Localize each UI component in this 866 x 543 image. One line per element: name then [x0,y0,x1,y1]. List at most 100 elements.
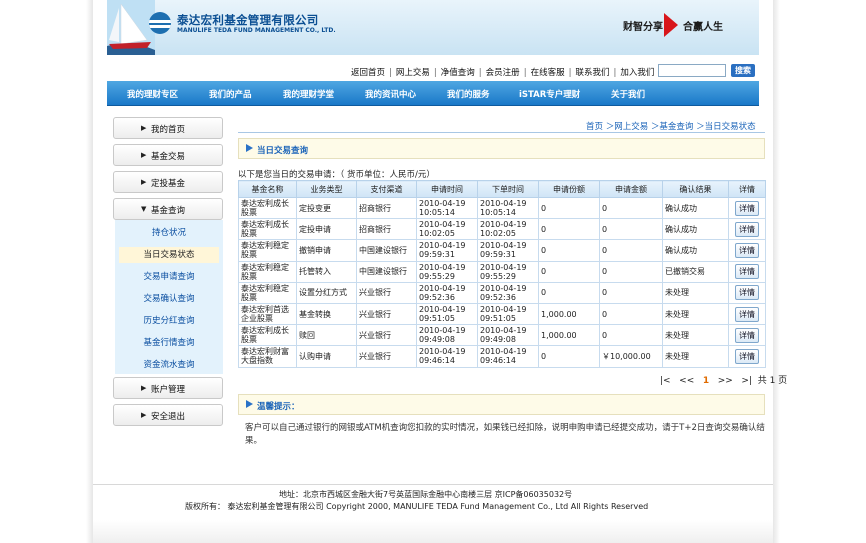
nav-finance-school[interactable]: 我的理财学堂 [283,88,334,100]
tip-header: 温馨提示： [238,394,765,415]
company-logo-icon [149,12,171,34]
pager-first[interactable]: |< [660,376,671,386]
cell-order-time: 2010-04-19 09:55:29 [477,260,539,283]
sub-market-query[interactable]: 基金行情查询 [115,335,223,351]
sidebar-item-account[interactable]: ▶ 账户管理 [113,377,223,399]
cell-confirm-result: 未处理 [662,324,729,347]
detail-button[interactable]: 详情 [735,221,759,237]
sailboat-icon [107,0,155,55]
arrow-bullet-icon [246,400,254,408]
col-pay-channel: 支付渠道 [356,180,417,198]
col-fund-name: 基金名称 [238,180,297,198]
detail-button[interactable]: 详情 [735,327,759,343]
footer-copyright: 版权所有： 泰达宏利基金管理有限公司 Copyright 2000, MANUL… [185,502,649,511]
cell-order-time: 2010-04-19 09:59:31 [477,239,539,262]
table-row: 泰达宏利成长股票 赎回 兴业银行 2010-04-19 09:49:08 2010-04… [238,324,766,347]
toplink-online-trade[interactable]: 网上交易 [396,68,430,78]
cell-pay-channel: 兴业银行 [356,345,417,368]
col-biz-type: 业务类型 [296,180,357,198]
arrow-right-icon: ▶ [141,411,147,419]
top-links: 返回首页 | 网上交易 | 净值查询 | 会员注册 | 在线客服 | 联系我们 | 加入我们 [351,68,655,78]
pager-total: 共 1 页 [757,376,788,386]
toplink-join[interactable]: 加入我们 [620,68,654,78]
arrow-right-icon: ▶ [141,384,147,392]
toplink-online-service[interactable]: 在线客服 [531,68,565,78]
sidebar-item-fixed-invest[interactable]: ▶ 定投基金 [113,171,223,193]
toplink-home[interactable]: 返回首页 [351,68,385,78]
cell-order-time: 2010-04-19 10:02:05 [477,218,539,241]
col-confirm-result: 确认结果 [662,180,729,198]
sub-dividend-query[interactable]: 历史分红查询 [115,313,223,329]
detail-button[interactable]: 详情 [735,264,759,280]
sub-apply-query[interactable]: 交易申请查询 [115,269,223,285]
table-header-row: 基金名称 业务类型 支付渠道 申请时间 下单时间 申请份额 申请金额 确认结果 … [238,180,766,198]
nav-services[interactable]: 我们的服务 [447,88,490,100]
sub-cashflow-query[interactable]: 资金流水查询 [115,357,223,373]
detail-button[interactable]: 详情 [735,306,759,322]
pager-last[interactable]: >| [741,376,752,386]
toplink-nav-query[interactable]: 净值查询 [441,68,475,78]
cell-confirm-result: 未处理 [662,302,729,326]
page: 泰达宏利基金管理有限公司 MANULIFE TEDA FUND MANAGEME… [93,0,787,543]
arrow-right-icon: ▶ [141,151,147,159]
cell-apply-shares: 0 [538,281,600,304]
slogan-left: 财智分享 [623,22,663,33]
cell-detail: 详情 [728,324,766,347]
cell-order-time: 2010-04-19 09:52:36 [477,281,539,304]
cell-biz-type: 定投申请 [296,218,357,241]
nav-istar[interactable]: iSTAR专户理财 [519,88,580,100]
sidebar-item-fund-trade[interactable]: ▶ 基金交易 [113,144,223,166]
nav-about[interactable]: 关于我们 [611,88,645,100]
cell-biz-type: 设置分红方式 [296,281,357,304]
sidebar-item-home[interactable]: ▶ 我的首页 [113,117,223,139]
nav-products[interactable]: 我们的产品 [209,88,252,100]
toplink-register[interactable]: 会员注册 [486,68,520,78]
sub-holdings[interactable]: 持仓状况 [115,225,223,241]
cell-pay-channel: 兴业银行 [356,281,417,304]
tip-text: 客户可以自己通过银行的网银或ATM机查询您扣款的实时情况，如果钱已经扣除，说明申… [245,423,765,446]
detail-button[interactable]: 详情 [735,200,759,216]
detail-button[interactable]: 详情 [735,285,759,301]
nav-my-finance[interactable]: 我的理财专区 [127,88,178,100]
sidebar-item-fund-query[interactable]: ▼ 基金查询 [113,198,223,220]
cell-order-time: 2010-04-19 09:46:14 [477,345,539,368]
cell-fund-name: 泰达宏利稳定股票 [238,281,297,304]
table-row: 泰达宏利稳定股票 撤销申请 中国建设银行 2010-04-19 09:59:31 201… [238,239,766,262]
arrow-bullet-icon [246,144,254,152]
breadcrumb[interactable]: 首页 ＞网上交易 ＞基金查询 ＞当日交易状态 [586,120,756,132]
cell-confirm-result: 确认成功 [662,196,729,220]
footer-divider [93,484,773,485]
col-apply-time: 申请时间 [416,180,478,198]
cell-apply-shares: 0 [538,260,600,283]
cell-apply-time: 2010-04-19 09:59:31 [416,239,478,262]
cell-pay-channel: 中国建设银行 [356,239,417,262]
search-input[interactable] [658,64,726,77]
cell-detail: 详情 [728,302,766,326]
section-title: 当日交易查询 [257,146,309,156]
cell-biz-type: 托管转入 [296,260,357,283]
table-row: 泰达宏利首选企业股票 基金转换 兴业银行 2010-04-19 09:51:05 201… [238,302,766,326]
detail-button[interactable]: 详情 [735,348,759,364]
toplink-contact[interactable]: 联系我们 [575,68,609,78]
cell-fund-name: 泰达宏利稳定股票 [238,260,297,283]
cell-biz-type: 赎回 [296,324,357,347]
cell-order-time: 2010-04-19 10:05:14 [477,196,539,220]
sub-today-status[interactable]: 当日交易状态 [119,247,219,263]
tip-title: 温馨提示： [257,402,300,412]
sidebar-item-logout[interactable]: ▶ 安全退出 [113,404,223,426]
cell-pay-channel: 招商银行 [356,196,417,220]
sub-confirm-query[interactable]: 交易确认查询 [115,291,223,307]
cell-apply-time: 2010-04-19 09:51:05 [416,302,478,326]
page-shadow-left [86,0,93,543]
pager-prev[interactable]: << [679,376,694,386]
cell-apply-amount: 0 [599,218,663,241]
search-button[interactable]: 搜索 [731,64,755,77]
cell-detail: 详情 [728,196,766,220]
cell-fund-name: 泰达宏利成长股票 [238,196,297,220]
arrow-right-icon: ▶ [141,124,147,132]
detail-button[interactable]: 详情 [735,242,759,258]
arrow-right-icon: ▶ [141,178,147,186]
cell-apply-amount: 0 [599,324,663,347]
pager-next[interactable]: >> [718,376,733,386]
nav-info-center[interactable]: 我的资讯中心 [365,88,416,100]
